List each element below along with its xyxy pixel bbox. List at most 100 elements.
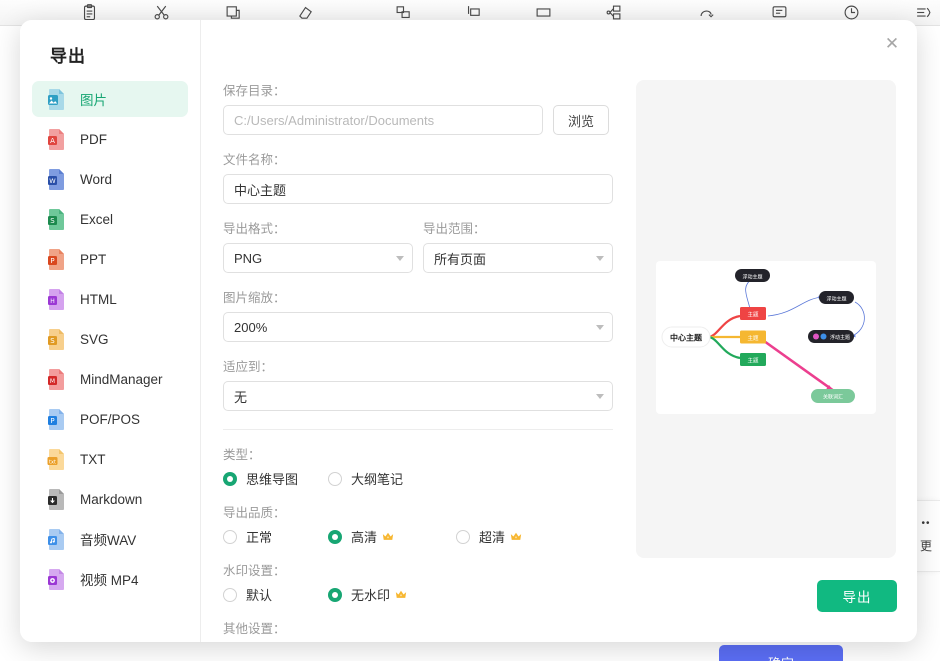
watermark-option-label: 默认 [246,588,273,603]
type-option-label: 思维导图 [246,472,299,487]
svg-file-icon: S [46,328,68,350]
fit-to-select[interactable]: 无 [223,381,613,411]
svg-text:浮动主题: 浮动主题 [830,334,850,341]
svg-text:M: M [50,378,55,385]
pof-file-icon: P [46,408,68,430]
quality-option-normal[interactable]: 正常 [223,527,328,546]
sidebar-item-label: MindManager [80,371,163,387]
pdf-file-icon: A [46,128,68,150]
svg-text:txt: txt [49,460,56,466]
quality-radio-group: 正常 高清 超清 [223,527,623,546]
image-file-icon [46,88,68,110]
sidebar-item-pdf[interactable]: A PDF [32,121,188,157]
sidebar-item-label: 图片 [80,93,107,108]
chevron-down-icon [396,255,404,261]
sidebar-item-image[interactable]: 图片 [32,81,188,117]
svg-text:A: A [50,137,55,145]
export-button[interactable]: 导出 [817,580,897,612]
export-range-label: 导出范围： [423,222,486,236]
sidebar-item-ppt[interactable]: P PPT [32,241,188,277]
type-label: 类型： [223,448,261,462]
chevron-down-icon [596,324,604,330]
save-dir-input[interactable]: C:/Users/Administrator/Documents [223,105,543,135]
type-option-label: 大纲笔记 [351,472,404,487]
fit-to-value: 无 [234,389,248,405]
ppt-file-icon: P [46,248,68,270]
watermark-option-none[interactable]: 无水印 [328,585,407,604]
svg-text:主题: 主题 [747,334,759,342]
save-dir-label: 保存目录： [223,84,286,98]
sidebar-item-label: PDF [80,131,107,147]
background-confirm-button[interactable]: 确定 [719,645,843,661]
watermark-option-label: 无水印 [351,588,391,603]
excel-file-icon: S [46,208,68,230]
radio-icon [328,529,342,544]
quality-option-hd[interactable]: 高清 [328,527,456,546]
svg-text:P: P [50,417,54,425]
radio-icon [328,471,342,486]
sidebar-item-label: POF/POS [80,411,141,427]
sidebar-item-label: HTML [80,291,117,307]
radio-icon [328,587,342,602]
sidebar-item-label: Excel [80,211,114,227]
radio-icon [456,529,470,544]
svg-text:S: S [50,337,55,345]
svg-text:浮动主题: 浮动主题 [826,296,846,303]
side-panel-more-label: 更 [919,538,932,553]
close-icon[interactable]: ✕ [881,32,903,54]
export-format-select[interactable]: PNG [223,243,413,273]
svg-text:W: W [49,177,56,185]
audio-file-icon [46,528,68,550]
chevron-down-icon [596,255,604,261]
vip-crown-icon [382,531,394,542]
sidebar-item-mindmanager[interactable]: M MindManager [32,361,188,397]
more-dots-icon: •• [921,517,931,529]
export-format-label: 导出格式： [223,222,286,236]
export-settings-panel: ✕ 保存目录： C:/Users/Administrator/Documents… [201,20,917,642]
svg-text:P: P [50,257,54,265]
browse-button[interactable]: 浏览 [553,105,609,135]
other-settings-label: 其他设置： [223,622,286,636]
sidebar-item-word[interactable]: W Word [32,161,188,197]
format-range-row: PNG 所有页面 [223,243,623,273]
fit-to-label: 适应到： [223,360,274,374]
quality-option-ultra[interactable]: 超清 [456,527,522,546]
mindmap-preview-svg: 中心主题 主题 主题 主题 浮动主题 浮动主题 浮动主题 关联词汇 [661,269,865,403]
sidebar-item-excel[interactable]: S Excel [32,201,188,237]
watermark-option-default[interactable]: 默认 [223,585,328,604]
sidebar-item-html[interactable]: H HTML [32,281,188,317]
type-radio-group: 思维导图 大纲笔记 [223,469,623,488]
sidebar-item-txt[interactable]: txt TXT [32,441,188,477]
sidebar-item-markdown[interactable]: Markdown [32,481,188,517]
svg-text:浮动主题: 浮动主题 [742,274,762,281]
save-dir-row: C:/Users/Administrator/Documents 浏览 [223,105,623,135]
export-format-sidebar: 导出 图片 A PDF W Word S Excel P PPT H HTML … [20,20,201,642]
image-scale-label: 图片缩放： [223,291,286,305]
sidebar-item-svg[interactable]: S SVG [32,321,188,357]
svg-text:主题: 主题 [747,311,759,319]
image-scale-select[interactable]: 200% [223,312,613,342]
file-name-input[interactable]: 中心主题 [223,174,613,204]
sidebar-item-label: TXT [80,451,106,467]
sidebar-item-label: PPT [80,251,107,267]
quality-option-label: 正常 [246,530,273,545]
export-range-select[interactable]: 所有页面 [423,243,613,273]
export-dialog: 导出 图片 A PDF W Word S Excel P PPT H HTML … [20,20,917,642]
vip-crown-icon [395,589,407,600]
sidebar-item-pof-pos[interactable]: P POF/POS [32,401,188,437]
mindmanager-file-icon: M [46,368,68,390]
export-settings-form: 保存目录： C:/Users/Administrator/Documents 浏… [223,80,623,642]
word-file-icon: W [46,168,68,190]
sidebar-item-video-mp4[interactable]: 视频 MP4 [32,561,188,597]
screen-root: •• 更 确定 导出 图片 [0,0,940,661]
type-option-outline[interactable]: 大纲笔记 [328,469,403,488]
radio-icon [223,587,237,602]
sidebar-item-audio-wav[interactable]: 音频WAV [32,521,188,557]
section-divider [223,429,613,430]
image-scale-value: 200% [234,319,268,335]
svg-text:关联词汇: 关联词汇 [823,394,843,401]
sidebar-item-label: 音频WAV [80,533,137,548]
sidebar-item-label: Markdown [80,491,143,507]
type-option-mindmap[interactable]: 思维导图 [223,469,328,488]
export-format-value: PNG [234,250,263,266]
